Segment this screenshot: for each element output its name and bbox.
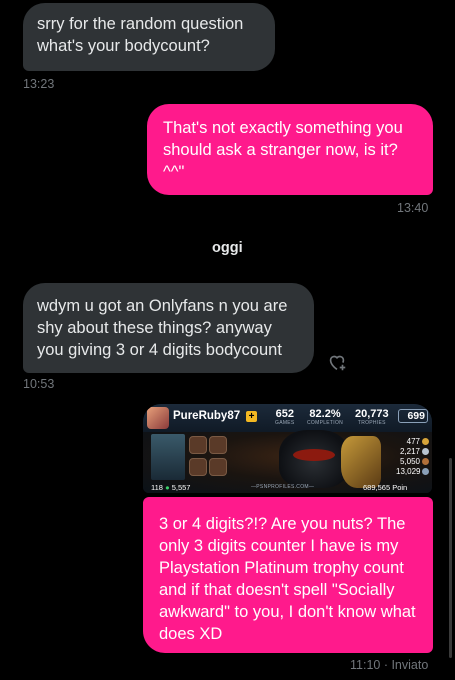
game-tile <box>209 436 227 454</box>
silver-trophy-icon <box>422 448 429 455</box>
game-tile <box>189 458 207 476</box>
gold-trophy-count: 477 <box>406 437 420 446</box>
games-stat: 652 GAMES <box>275 408 295 426</box>
gold-trophy-icon <box>422 438 429 445</box>
message-text: 3 or 4 digits?!? Are you nuts? The only … <box>159 515 416 643</box>
armor-artwork <box>341 436 381 488</box>
completion-stat: 82.2% COMPLETION <box>307 408 343 426</box>
silver-trophy-count: 2,217 <box>399 447 420 456</box>
heart-plus-icon[interactable] <box>326 351 348 373</box>
message-bubble-outgoing[interactable]: That's not exactly something you should … <box>147 104 433 195</box>
message-timestamp: 13:40 <box>397 201 429 215</box>
game-cover <box>151 434 185 480</box>
games-value: 652 <box>275 408 294 420</box>
total-trophy-icon <box>422 468 429 475</box>
trophy-card-image[interactable]: PureRuby87 + 652 GAMES 82.2% COMPLETION … <box>143 404 432 493</box>
message-timestamp: 10:53 <box>23 377 55 391</box>
message-bubble-incoming[interactable]: srry for the random question what's your… <box>23 3 275 71</box>
trophies-value: 20,773 <box>355 408 389 420</box>
platinum-count: 699 <box>398 409 428 423</box>
points-value: 689,565 Poin <box>363 483 408 492</box>
games-label: GAMES <box>275 420 295 426</box>
plus-badge-icon: + <box>246 411 257 422</box>
message-text: wdym u got an Onlyfans n you are shy abo… <box>37 297 288 359</box>
trophies-stat: 20,773 TROPHIES <box>355 408 389 426</box>
game-tile <box>209 458 227 476</box>
bronze-trophy-icon <box>422 458 429 465</box>
site-watermark: —PSNPROFILES.COM— <box>251 484 315 490</box>
message-timestamp: 13:23 <box>23 77 55 91</box>
message-bubble-outgoing[interactable]: 3 or 4 digits?!? Are you nuts? The only … <box>143 497 433 653</box>
level-value: 118 <box>151 483 163 492</box>
message-text: That's not exactly something you should … <box>163 119 403 181</box>
trophies-label: TROPHIES <box>357 420 386 426</box>
message-timestamp: 11:10 · Inviato <box>350 658 429 672</box>
message-bubble-incoming[interactable]: wdym u got an Onlyfans n you are shy abo… <box>23 283 314 373</box>
completion-label: COMPLETION <box>307 420 344 426</box>
avatar <box>147 407 169 429</box>
visor-artwork <box>293 449 335 461</box>
card-username: PureRuby87 <box>173 410 241 422</box>
total-trophy-count: 13,029 <box>396 467 421 476</box>
completion-value: 82.2% <box>309 408 341 420</box>
bronze-trophy-count: 5,050 <box>399 457 420 466</box>
message-text: srry for the random question what's your… <box>37 15 244 55</box>
scrollbar[interactable] <box>449 458 452 658</box>
level-info: 118 ● 5,557 <box>151 483 191 492</box>
day-separator: oggi <box>212 240 243 256</box>
level-progress: 5,557 <box>171 483 191 492</box>
game-tile <box>189 436 207 454</box>
